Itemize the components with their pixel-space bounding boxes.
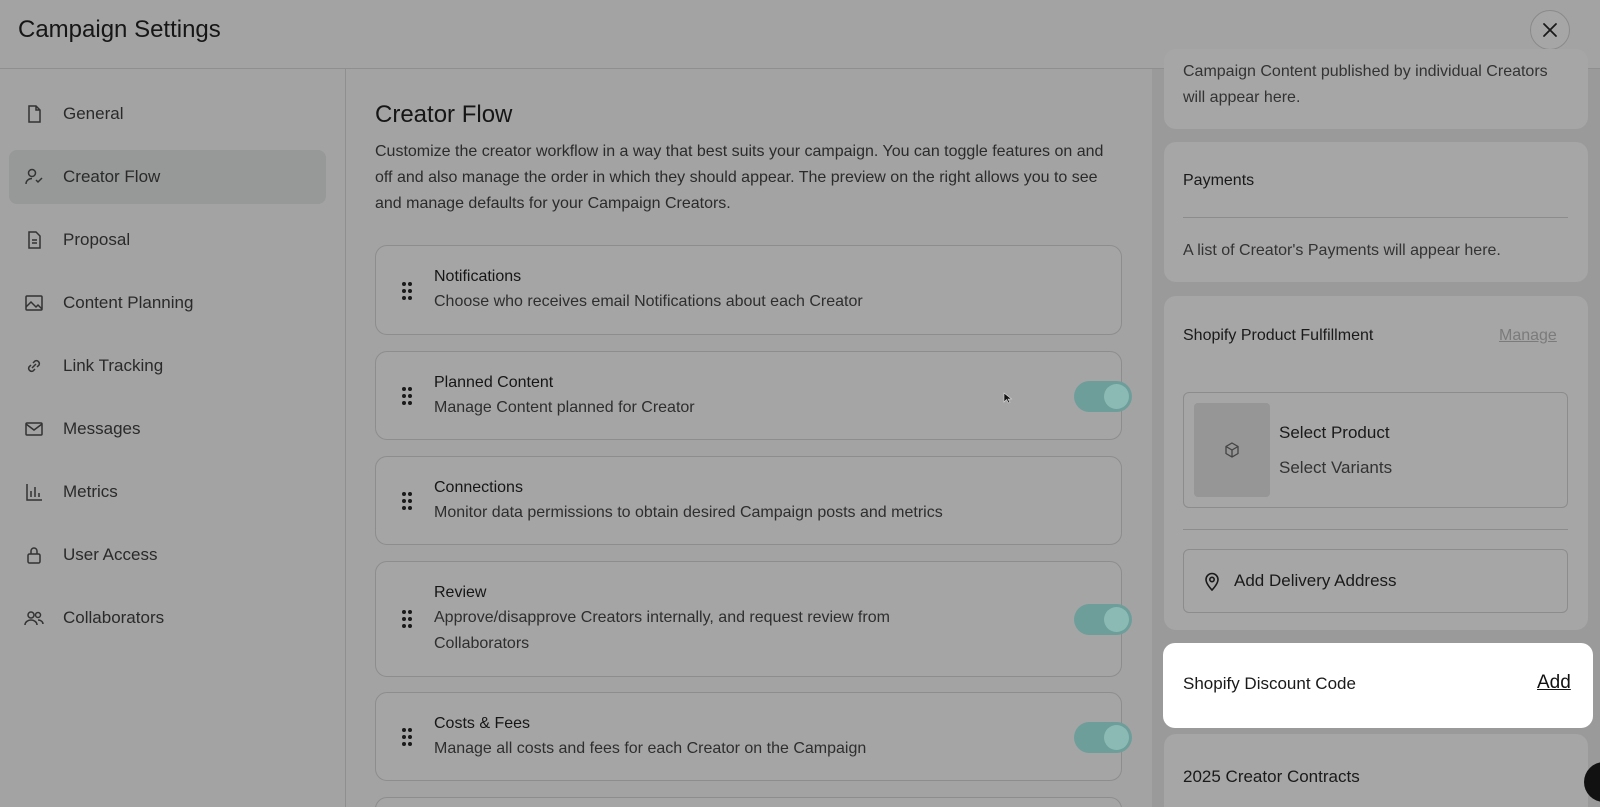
location-pin-icon — [1205, 572, 1219, 592]
users-icon — [24, 611, 44, 626]
card-description: Manage Content planned for Creator — [434, 399, 695, 416]
link-icon — [27, 359, 41, 373]
shopify-fulfillment-card: Shopify Product Fulfillment Manage Selec… — [1164, 296, 1588, 630]
sidebar-item-label: Metrics — [63, 482, 118, 501]
sidebar-item-metrics[interactable]: Metrics — [9, 465, 326, 519]
sidebar-item-label: User Access — [63, 545, 158, 564]
sidebar-item-creator-flow[interactable]: Creator Flow — [9, 150, 326, 204]
flow-card-review[interactable]: Review Approve/disapprove Creators inter… — [375, 561, 1132, 677]
feature-toggle[interactable] — [1074, 604, 1132, 635]
sidebar-item-label: Messages — [63, 419, 141, 438]
payments-card: Payments A list of Creator's Payments wi… — [1164, 142, 1588, 282]
card-description: Approve/disapprove Creators internally, … — [434, 609, 890, 652]
drag-handle-icon[interactable] — [401, 491, 413, 511]
mouse-cursor-icon — [1003, 392, 1013, 404]
divider — [1183, 529, 1568, 530]
content-preview-card: Campaign Content published by individual… — [1164, 49, 1588, 129]
shopify-discount-card: Shopify Discount Code Add — [1163, 643, 1593, 728]
creator-flow-panel: Creator Flow Customize the creator workf… — [347, 69, 1152, 807]
flow-card-costs-fees[interactable]: Costs & Fees Manage all costs and fees f… — [375, 692, 1132, 781]
close-icon — [1543, 23, 1557, 37]
sidebar-item-content-planning[interactable]: Content Planning — [9, 276, 326, 330]
manage-link[interactable]: Manage — [1499, 327, 1557, 345]
drag-handle-icon[interactable] — [401, 386, 413, 406]
content-note: Campaign Content published by individual… — [1183, 63, 1548, 106]
card-title: Notifications — [434, 268, 522, 285]
card-description: Choose who receives email Notifications … — [434, 293, 863, 310]
select-product-box[interactable]: Select Product Select Variants — [1183, 392, 1568, 508]
document-icon — [28, 105, 41, 123]
card-title: Planned Content — [434, 374, 554, 391]
document-text-icon — [28, 231, 41, 249]
sidebar-item-label: Proposal — [63, 230, 131, 249]
card-title: Review — [434, 584, 487, 601]
drag-handle-icon[interactable] — [401, 609, 413, 629]
drag-handle-icon[interactable] — [401, 281, 413, 301]
card-title: Costs & Fees — [434, 715, 531, 732]
sidebar-item-label: Creator Flow — [63, 167, 161, 186]
select-product-label[interactable]: Select Product — [1279, 423, 1390, 443]
toggle-knob — [1104, 384, 1129, 409]
add-delivery-label: Add Delivery Address — [1234, 571, 1397, 590]
section-description: Customize the creator workflow in a way … — [375, 143, 1104, 212]
add-delivery-address-button[interactable]: Add Delivery Address — [1183, 549, 1568, 613]
discount-title: Shopify Discount Code — [1183, 674, 1356, 693]
sidebar-item-label: Collaborators — [63, 608, 165, 627]
card-title: Connections — [434, 479, 523, 496]
card-description: Manage all costs and fees for each Creat… — [434, 740, 867, 757]
drag-handle-icon[interactable] — [401, 727, 413, 747]
feature-toggle[interactable] — [1074, 381, 1132, 412]
sidebar-item-user-access[interactable]: User Access — [9, 528, 326, 582]
contracts-title: 2025 Creator Contracts — [1183, 767, 1360, 786]
sidebar-item-messages[interactable]: Messages — [9, 402, 326, 456]
mail-icon — [25, 422, 43, 436]
image-icon — [25, 295, 43, 311]
sidebar-item-collaborators[interactable]: Collaborators — [9, 591, 326, 645]
payments-title: Payments — [1183, 172, 1255, 189]
sidebar-item-label: General — [63, 104, 124, 123]
payments-note: A list of Creator's Payments will appear… — [1183, 242, 1501, 259]
product-thumbnail — [1194, 403, 1270, 497]
sidebar-item-label: Link Tracking — [63, 356, 164, 375]
bar-chart-icon — [26, 484, 42, 501]
add-discount-button[interactable]: Add — [1537, 672, 1571, 694]
page-title: Campaign Settings — [18, 16, 221, 43]
sidebar-item-label: Content Planning — [63, 293, 194, 312]
sidebar-item-link-tracking[interactable]: Link Tracking — [9, 339, 326, 393]
card-description: Monitor data permissions to obtain desir… — [434, 504, 943, 521]
toggle-knob — [1104, 607, 1129, 632]
divider — [1183, 217, 1568, 218]
contracts-card: 2025 Creator Contracts — [1164, 734, 1588, 807]
toggle-knob — [1104, 725, 1129, 750]
package-icon — [1225, 442, 1239, 458]
settings-sidebar: General Creator Flow Proposal Content Pl… — [0, 69, 346, 807]
feature-toggle[interactable] — [1074, 722, 1132, 753]
lock-icon — [27, 547, 41, 564]
section-title: Creator Flow — [375, 101, 513, 128]
close-button[interactable] — [1530, 10, 1570, 50]
sidebar-item-proposal[interactable]: Proposal — [9, 213, 326, 267]
select-variants-label[interactable]: Select Variants — [1279, 458, 1392, 478]
flow-card-notifications[interactable]: Notifications Choose who receives email … — [375, 245, 1122, 335]
sidebar-item-general[interactable]: General — [9, 87, 326, 141]
flow-card-connections[interactable]: Connections Monitor data permissions to … — [375, 456, 1122, 545]
user-check-icon — [25, 168, 43, 185]
fulfillment-title: Shopify Product Fulfillment — [1183, 327, 1374, 344]
flow-card-partial[interactable] — [375, 797, 1122, 807]
